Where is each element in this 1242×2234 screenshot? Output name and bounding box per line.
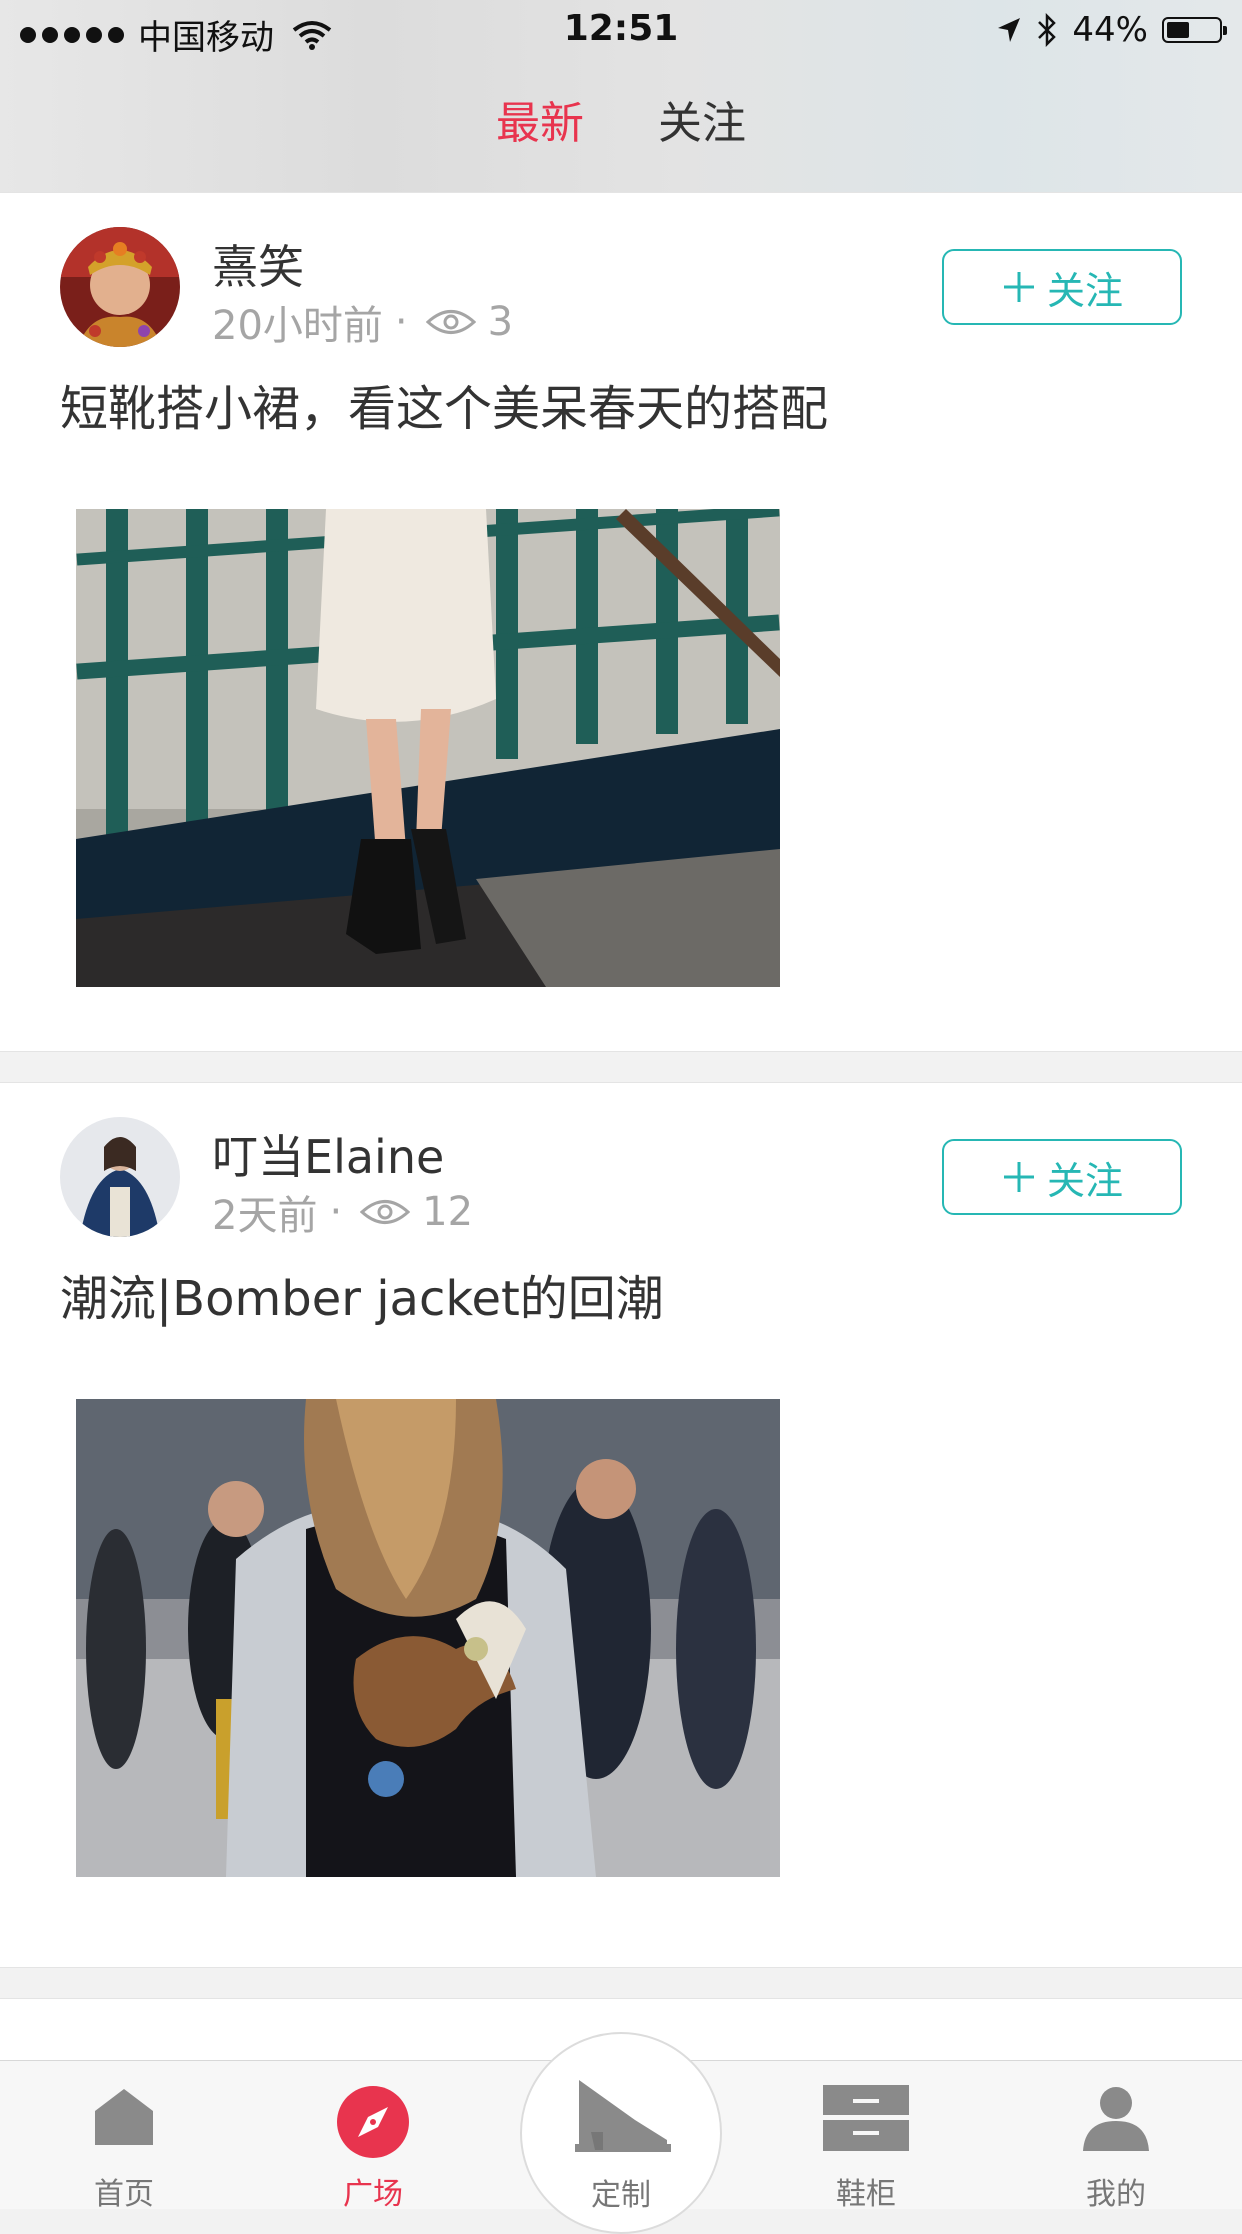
avatar[interactable] xyxy=(60,227,180,347)
follow-button[interactable]: 关注 xyxy=(942,249,1182,325)
user-icon xyxy=(1083,2087,1149,2151)
tab-home[interactable]: 首页 xyxy=(44,2061,204,2212)
post-title[interactable]: 潮流|Bomber jacket的回潮 xyxy=(60,1259,664,1329)
location-arrow-icon xyxy=(998,18,1021,42)
status-bar: 中国移动 12:51 44% xyxy=(0,0,1242,64)
eye-icon xyxy=(425,310,476,334)
post-title[interactable]: 短靴搭小裙，看这个美呆春天的搭配 xyxy=(60,369,828,439)
post-meta: 2天前 · 12 xyxy=(212,1183,473,1241)
post-image[interactable] xyxy=(76,1399,780,1877)
tab-customize-label: 定制 xyxy=(591,2178,651,2213)
view-count: 3 xyxy=(487,299,514,345)
tab-me-label: 我的 xyxy=(1086,2177,1146,2212)
tab-home-label: 首页 xyxy=(94,2177,154,2212)
post-card[interactable]: 叮当Elaine 2天前 · 12 关注 潮流|Bomber jacket的回潮 xyxy=(0,1082,1242,1968)
compass-icon xyxy=(337,2086,409,2158)
bluetooth-icon xyxy=(1038,13,1057,47)
tab-shoe-cabinet[interactable]: 鞋柜 xyxy=(786,2061,946,2212)
username[interactable]: 熹笑 xyxy=(212,231,304,297)
tab-me[interactable]: 我的 xyxy=(1036,2061,1196,2212)
follow-button[interactable]: 关注 xyxy=(942,1139,1182,1215)
post-image[interactable] xyxy=(76,509,780,987)
meta-separator: · xyxy=(394,299,408,345)
feed-tabs: 最新 关注 xyxy=(0,86,1242,208)
tab-latest[interactable]: 最新 xyxy=(459,86,621,208)
shoe-icon xyxy=(575,2080,671,2152)
tab-following[interactable]: 关注 xyxy=(621,86,783,192)
plus-icon xyxy=(1003,272,1034,302)
post-meta: 20小时前 · 3 xyxy=(212,293,513,351)
username[interactable]: 叮当Elaine xyxy=(212,1121,444,1187)
view-count: 12 xyxy=(422,1189,474,1235)
post-time: 20小时前 xyxy=(212,303,383,349)
follow-label: 关注 xyxy=(1046,1158,1123,1203)
plus-icon xyxy=(1003,1162,1034,1192)
tab-customize[interactable]: 定制 xyxy=(520,2032,722,2234)
battery-percent: 44% xyxy=(1072,10,1148,50)
post-time: 2天前 xyxy=(212,1193,318,1239)
meta-separator: · xyxy=(329,1189,343,1235)
tab-shoe-cabinet-label: 鞋柜 xyxy=(836,2177,896,2212)
cabinet-icon xyxy=(823,2085,909,2151)
eye-icon xyxy=(360,1200,411,1224)
post-card[interactable]: 熹笑 20小时前 · 3 关注 短靴搭小裙，看这个美呆春天的搭配 xyxy=(0,192,1242,1052)
battery-icon xyxy=(1162,17,1227,43)
top-header: 中国移动 12:51 44% 最新 关注 xyxy=(0,0,1242,208)
follow-label: 关注 xyxy=(1046,268,1123,313)
tab-plaza[interactable]: 广场 xyxy=(293,2061,453,2212)
avatar[interactable] xyxy=(60,1117,180,1237)
home-icon xyxy=(95,2089,153,2145)
tab-plaza-label: 广场 xyxy=(343,2177,403,2212)
